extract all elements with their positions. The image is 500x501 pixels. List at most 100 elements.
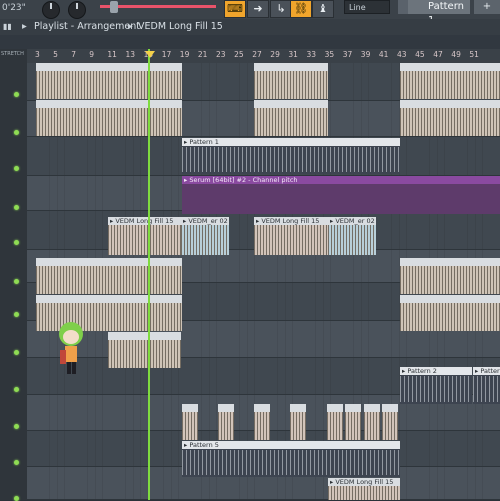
playhead[interactable]	[148, 49, 150, 500]
clip-label: ▸ VEDM Long Fill 15	[328, 478, 400, 486]
audio-clip[interactable]	[400, 63, 500, 99]
ruler-bar-number: 17	[161, 50, 172, 59]
clip-label	[400, 258, 500, 266]
current-clip-title: VEDM Long Fill 15	[138, 21, 223, 32]
clip-label: ▸ VEDM_er 02	[181, 217, 229, 225]
snap-select[interactable]: Line	[344, 0, 390, 14]
clip-label: ▸ Pattern 2	[400, 367, 472, 375]
link-icon[interactable]: ⛓	[290, 0, 312, 18]
clip-label	[345, 404, 361, 412]
audio-clip[interactable]	[382, 404, 398, 440]
pause-icon[interactable]: ▮▮	[3, 19, 12, 35]
audio-clip[interactable]: ▸ VEDM_er 02	[181, 217, 229, 255]
mascot-image	[59, 322, 83, 374]
audio-clip[interactable]: ▸ VEDM Long Fill 15	[108, 217, 181, 255]
audio-clip[interactable]	[290, 404, 306, 440]
step-icon[interactable]: ↳	[270, 0, 292, 18]
stretch-label: STRETCH	[1, 51, 24, 57]
clip-label	[327, 404, 343, 412]
ruler-bar-number: 11	[107, 50, 117, 59]
ruler-bar-number: 35	[324, 50, 335, 59]
audio-clip[interactable]	[400, 100, 500, 136]
arrow-icon: ▸	[128, 21, 133, 32]
tempo-slider-handle[interactable]	[110, 1, 118, 13]
song-position-marker[interactable]	[145, 51, 155, 58]
track-mute-led[interactable]	[14, 92, 19, 97]
ruler-bar-number: 9	[89, 50, 95, 59]
track-mute-led[interactable]	[14, 350, 19, 355]
audio-clip[interactable]	[182, 404, 198, 440]
audio-clip[interactable]: ▸ VEDM Long Fill 15	[254, 217, 328, 255]
toolbar-strip	[0, 35, 500, 49]
ruler-bar-number: 7	[71, 50, 76, 59]
track-mute-led[interactable]	[14, 387, 19, 392]
clip-label: ▸ Serum [64bit] #2 - Channel pitch	[182, 176, 500, 184]
audio-clip[interactable]	[364, 404, 380, 440]
ruler-bar-number: 33	[306, 50, 317, 59]
track-mute-led[interactable]	[14, 130, 19, 135]
keyboard-icon[interactable]: ⌨	[224, 0, 246, 18]
clip-label: ▸ VEDM_er 02	[328, 217, 376, 225]
track-mute-led[interactable]	[14, 496, 19, 501]
audio-clip[interactable]	[254, 404, 270, 440]
ruler-bar-number: 25	[234, 50, 244, 59]
ruler-bar-number: 21	[197, 50, 208, 59]
audio-clip[interactable]	[36, 63, 182, 99]
pattern-clip[interactable]: ▸ Patter	[473, 367, 500, 404]
master-volume-knob[interactable]	[42, 1, 60, 19]
track-mute-led[interactable]	[14, 460, 19, 465]
pattern-clip[interactable]: ▸ Pattern 5	[182, 441, 400, 477]
ruler-bar-number: 31	[288, 50, 298, 59]
clip-label: ▸ Patter	[473, 367, 500, 375]
track-mute-led[interactable]	[14, 279, 19, 284]
pattern-clip[interactable]: ▸ Pattern 1	[182, 138, 400, 174]
audio-clip[interactable]	[36, 100, 182, 136]
ruler-bar-number: 29	[270, 50, 280, 59]
audio-clip[interactable]	[254, 63, 328, 99]
clip-label	[36, 258, 182, 266]
audio-clip[interactable]: ▸ VEDM_er 02	[328, 217, 376, 255]
clip-label	[254, 100, 328, 108]
audio-clip[interactable]	[218, 404, 234, 440]
clip-label	[36, 63, 182, 71]
audio-clip[interactable]	[400, 295, 500, 331]
audio-clip[interactable]	[400, 258, 500, 294]
audio-clip[interactable]	[254, 100, 328, 136]
metronome-icon[interactable]: ♝	[312, 0, 334, 18]
pattern-nudge[interactable]	[398, 0, 408, 14]
arrow-icon: ▸	[22, 21, 27, 32]
master-pitch-knob[interactable]	[68, 1, 86, 19]
track-mute-led[interactable]	[14, 166, 19, 171]
audio-clip[interactable]	[345, 404, 361, 440]
track-header-column: STRETCH	[0, 49, 28, 500]
song-time: 0'23"	[2, 3, 26, 13]
window-title: Playlist - Arrangement	[34, 21, 140, 32]
clip-label: ▸ VEDM Long Fill 15	[108, 217, 181, 225]
pattern-clip[interactable]: ▸ Pattern 2	[400, 367, 472, 404]
arrow-right-icon[interactable]: ➜	[247, 0, 269, 18]
ruler-bar-number: 47	[433, 50, 443, 59]
pattern-selector[interactable]: Pattern 1	[408, 0, 470, 26]
ruler-bar-number: 19	[179, 50, 190, 59]
ruler-bar-number: 39	[360, 50, 371, 59]
audio-clip[interactable]: ▸ VEDM Long Fill 15	[328, 478, 400, 500]
audio-clip[interactable]	[327, 404, 343, 440]
audio-clip[interactable]	[36, 258, 182, 294]
clip-label	[364, 404, 380, 412]
clip-label	[182, 404, 198, 412]
playlist-titlebar: ▮▮ ▸ Playlist - Arrangement ▸ VEDM Long …	[0, 19, 500, 35]
timeline-ruler[interactable]: 3579111315171921232527293133353739414345…	[27, 49, 500, 64]
add-pattern-button[interactable]: +	[474, 0, 500, 14]
clip-label	[400, 295, 500, 303]
clip-label: ▸ Pattern 1	[182, 138, 400, 146]
clip-label: ▸ Pattern 5	[182, 441, 400, 449]
clip-label	[400, 63, 500, 71]
track-mute-led[interactable]	[14, 312, 19, 317]
audio-clip[interactable]	[108, 332, 181, 368]
ruler-bar-number: 45	[415, 50, 425, 59]
clip-label	[254, 63, 328, 71]
track-mute-led[interactable]	[14, 424, 19, 429]
track-mute-led[interactable]	[14, 240, 19, 245]
track-mute-led[interactable]	[14, 205, 19, 210]
automation-clip[interactable]: ▸ Serum [64bit] #2 - Channel pitch	[182, 176, 500, 214]
